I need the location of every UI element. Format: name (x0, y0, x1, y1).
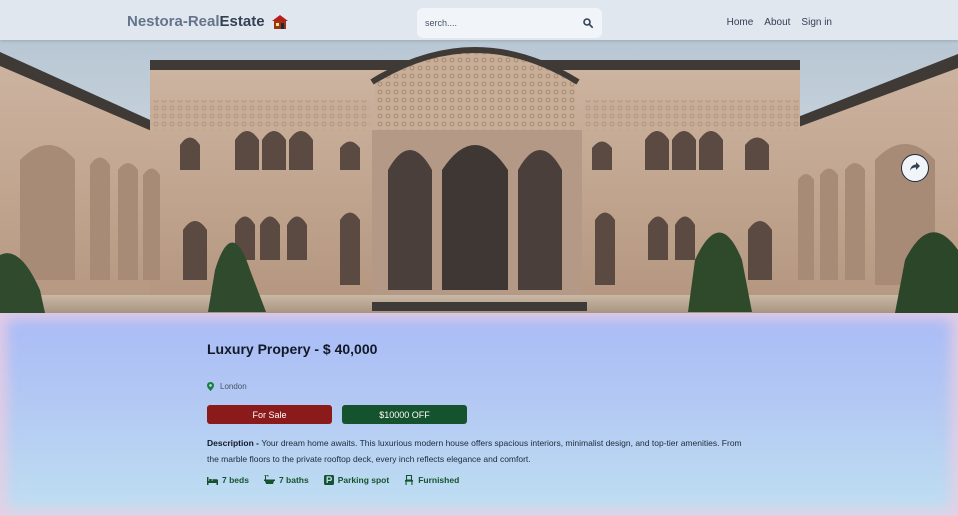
nav-home-link[interactable]: Home (727, 17, 754, 28)
hero-property-image (0, 40, 958, 313)
main-nav: Home About Sign in (727, 17, 832, 28)
listing-title: Luxury Propery - $ 40,000 (207, 341, 378, 357)
parking-icon (323, 475, 334, 485)
map-pin-icon (207, 382, 214, 391)
listing-description: Description - Your dream home awaits. Th… (207, 436, 752, 467)
share-arrow-icon (909, 159, 921, 177)
bed-icon (207, 476, 218, 485)
search-bar (417, 8, 602, 38)
feature-label: Parking spot (337, 475, 390, 485)
feature-parking: Parking spot (323, 475, 390, 485)
house-icon (271, 14, 289, 30)
logo-text-part2: Estate (219, 13, 265, 30)
search-icon[interactable] (582, 17, 594, 29)
share-button[interactable] (901, 154, 929, 182)
description-label: Description - (207, 438, 262, 448)
listing-location: London (207, 382, 247, 391)
chair-icon (404, 475, 414, 485)
feature-label: Furnished (418, 475, 460, 485)
search-input[interactable] (425, 18, 582, 28)
feature-beds: 7 beds (207, 475, 249, 485)
feature-baths: 7 baths (263, 475, 309, 485)
listing-details: Luxury Propery - $ 40,000 London For Sal… (0, 313, 958, 516)
location-text: London (220, 382, 247, 391)
site-logo[interactable]: Nestora-Real Estate (127, 13, 289, 30)
logo-text-part1: Nestora-Real (127, 13, 220, 30)
feature-label: 7 beds (222, 475, 249, 485)
feature-label: 7 baths (278, 475, 309, 485)
nav-sign-in-link[interactable]: Sign in (801, 17, 832, 28)
feature-list: 7 beds 7 baths Parking spot Furnished (207, 475, 459, 485)
feature-furnished: Furnished (404, 475, 459, 485)
site-header: Nestora-RealEstate Home About Sign in (0, 0, 958, 40)
discount-badge[interactable]: $10000 OFF (342, 405, 467, 424)
for-sale-badge[interactable]: For Sale (207, 405, 332, 424)
description-text: Your dream home awaits. This luxurious m… (207, 438, 742, 464)
bath-icon (263, 475, 275, 485)
nav-about-link[interactable]: About (764, 17, 790, 28)
